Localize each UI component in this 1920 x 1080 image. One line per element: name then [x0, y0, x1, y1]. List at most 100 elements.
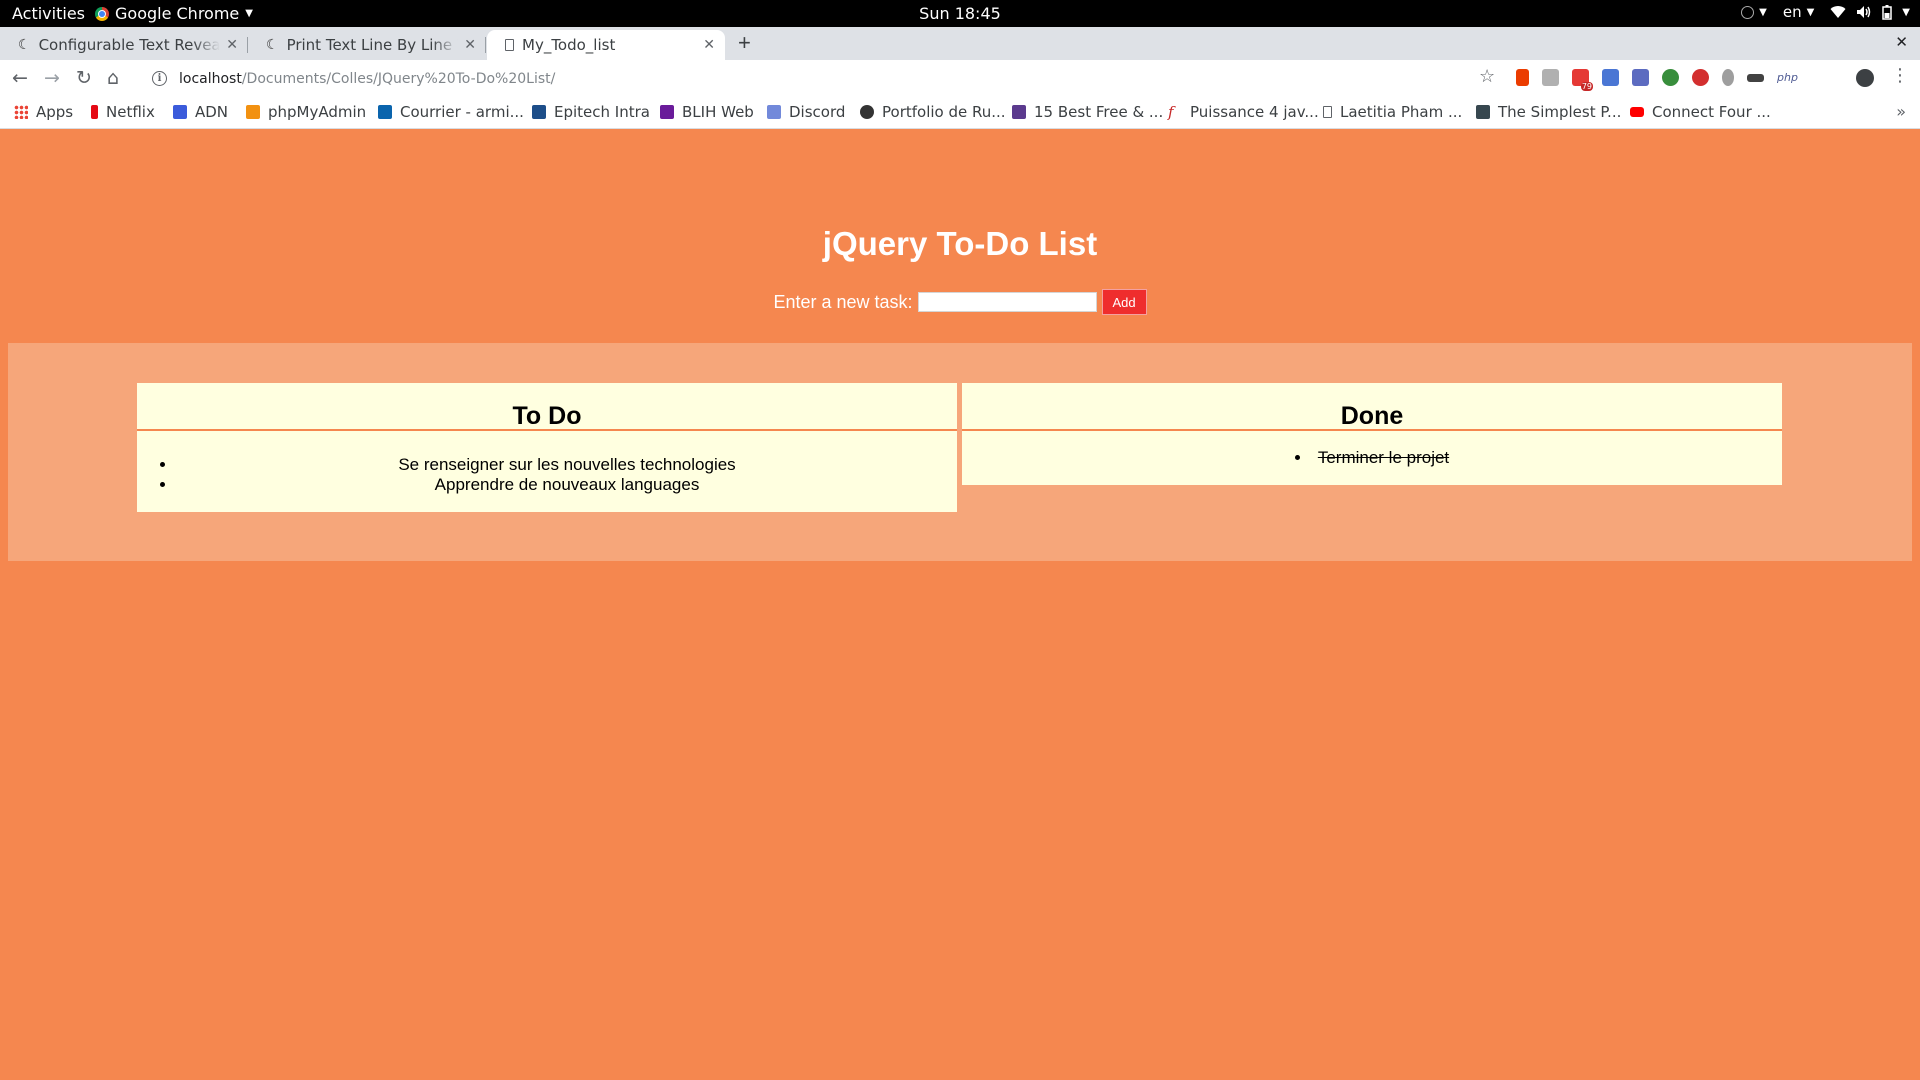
home-icon[interactable]: ⌂: [107, 66, 119, 90]
menu-kebab-icon[interactable]: ⋮: [1891, 65, 1909, 86]
codepen-swirl-icon: ☾: [266, 37, 279, 53]
address-bar[interactable]: i localhost/Documents/Colles/JQuery%20To…: [140, 64, 1480, 93]
bookmark-label: Puissance 4 jav...: [1190, 103, 1319, 121]
done-item[interactable]: Terminer le projet: [962, 448, 1782, 468]
bookmark-simplest[interactable]: The Simplest P...: [1476, 103, 1621, 121]
bookmark-apps[interactable]: Apps: [14, 103, 73, 121]
new-tab-plus-icon[interactable]: +: [738, 31, 751, 55]
browser-toolbar: ← → ↻ ⌂ i localhost/Documents/Colles/JQu…: [0, 60, 1920, 97]
task-input[interactable]: [917, 292, 1097, 312]
system-status-menu[interactable]: ▼: [1830, 4, 1910, 20]
grey-extension-icon[interactable]: [1542, 69, 1559, 86]
floppy-icon: [1476, 105, 1490, 119]
lists-container: To Do Se renseigner sur les nouvelles te…: [8, 343, 1912, 561]
bookmark-label: Courrier - armi...: [400, 103, 524, 121]
extension-icons: 79 php: [1516, 69, 1798, 91]
add-button[interactable]: Add: [1101, 289, 1147, 315]
todo-heading: To Do: [137, 383, 957, 431]
incognito-extension-icon[interactable]: [1747, 73, 1764, 82]
outlook-icon: [378, 105, 392, 119]
bookmark-netflix[interactable]: Netflix: [91, 103, 155, 121]
adn-icon: [173, 105, 187, 119]
bookmark-laetitia-pham[interactable]: Laetitia Pham ...: [1323, 103, 1462, 121]
bookmark-label: Portfolio de Ru...: [882, 103, 1006, 121]
wifi-icon: [1830, 6, 1846, 19]
reload-icon[interactable]: ↻: [76, 66, 92, 90]
bookmark-portfolio[interactable]: Portfolio de Ru...: [860, 103, 1006, 121]
forward-arrow-icon[interactable]: →: [44, 66, 60, 90]
discord-icon: [767, 105, 781, 119]
todo-item[interactable]: Apprendre de nouveaux languages: [177, 475, 957, 495]
bookmarks-bar: Apps Netflix ADN phpMyAdmin Courrier - a…: [0, 97, 1920, 129]
todo-item[interactable]: Se renseigner sur les nouvelles technolo…: [177, 455, 957, 475]
done-heading: Done: [962, 383, 1782, 431]
status-indicator[interactable]: ▼: [1741, 5, 1767, 19]
new-task-form: Enter a new task: Add: [0, 289, 1920, 315]
bookmark-label: phpMyAdmin: [268, 103, 367, 121]
bookmark-label: The Simplest P...: [1498, 103, 1622, 121]
phpmyadmin-icon: [246, 105, 260, 119]
chevron-down-icon: ▼: [1759, 6, 1767, 18]
site-icon: [1012, 105, 1026, 119]
bookmark-label: Laetitia Pham ...: [1340, 103, 1463, 121]
window-close-icon[interactable]: ✕: [1895, 33, 1908, 51]
bulb-extension-icon[interactable]: [1722, 69, 1734, 86]
extension-badge: 79: [1580, 82, 1593, 91]
bookmark-discord[interactable]: Discord: [767, 103, 845, 121]
camera-extension-icon[interactable]: [1632, 69, 1649, 86]
back-arrow-icon[interactable]: ←: [12, 66, 28, 90]
language-label: en: [1782, 3, 1802, 21]
green-extension-icon[interactable]: [1662, 69, 1679, 86]
tab-title: Configurable Text Reveal: [38, 36, 221, 54]
netflix-icon: [91, 105, 98, 119]
document-icon: [505, 39, 514, 51]
bookmark-star-icon[interactable]: ☆: [1479, 66, 1495, 87]
done-list: Terminer le projet: [962, 431, 1782, 485]
bookmark-courrier[interactable]: Courrier - armi...: [378, 103, 524, 121]
bookmarks-overflow-icon[interactable]: »: [1896, 102, 1906, 121]
mail-extension-icon[interactable]: 79: [1572, 69, 1593, 91]
bookmark-puissance-4[interactable]: f Puissance 4 jav...: [1168, 103, 1319, 121]
task-label: Enter a new task:: [773, 291, 913, 312]
volume-icon: [1857, 6, 1871, 18]
bookmark-label: 15 Best Free & ...: [1034, 103, 1164, 121]
tab-my-todo-list[interactable]: My_Todo_list ✕: [487, 30, 725, 60]
bookmark-phpmyadmin[interactable]: phpMyAdmin: [246, 103, 366, 121]
translate-extension-icon[interactable]: [1602, 69, 1619, 86]
bookmark-label: ADN: [195, 103, 229, 121]
tab-configurable-text-reveal[interactable]: ☾ Configurable Text Reveal ✕: [0, 30, 248, 60]
tab-print-text-line[interactable]: ☾ Print Text Line By Line Wit ✕: [248, 30, 486, 60]
bookmark-15-best-free[interactable]: 15 Best Free & ...: [1012, 103, 1163, 121]
page-content: jQuery To-Do List Enter a new task: Add …: [0, 129, 1920, 1080]
todo-panel: To Do Se renseigner sur les nouvelles te…: [137, 383, 957, 512]
page-title: jQuery To-Do List: [822, 225, 1098, 262]
system-top-bar: Activities Google Chrome ▼ Sun 18:45 ▼ e…: [0, 0, 1920, 27]
tab-strip: ☾ Configurable Text Reveal ✕ ☾ Print Tex…: [0, 27, 1920, 60]
bookmark-blih-web[interactable]: BLIH Web: [660, 103, 754, 121]
apps-grid-icon: [14, 105, 28, 119]
epitech-icon: [532, 105, 546, 119]
bookmark-label: Apps: [36, 103, 74, 121]
close-icon[interactable]: ✕: [703, 37, 715, 53]
info-icon[interactable]: i: [152, 71, 167, 86]
clock[interactable]: Sun 18:45: [0, 4, 1920, 23]
bookmark-connect-four[interactable]: Connect Four ...: [1630, 103, 1771, 121]
office-extension-icon[interactable]: [1516, 69, 1529, 86]
system-tray[interactable]: ▼ en ▼ ▼: [1741, 3, 1910, 21]
tab-title: Print Text Line By Line Wit: [286, 36, 459, 54]
adblock-extension-icon[interactable]: [1692, 69, 1709, 86]
bookmark-adn[interactable]: ADN: [173, 103, 228, 121]
bookmark-label: Epitech Intra: [554, 103, 650, 121]
php-extension-icon[interactable]: php: [1777, 71, 1798, 84]
close-icon[interactable]: ✕: [226, 37, 238, 53]
todo-list: Se renseigner sur les nouvelles technolo…: [137, 431, 957, 512]
profile-avatar-icon[interactable]: [1856, 69, 1874, 87]
page-icon: [1323, 106, 1332, 118]
youtube-icon: [1630, 107, 1644, 117]
chevron-down-icon: ▼: [1806, 6, 1815, 18]
bookmark-epitech-intra[interactable]: Epitech Intra: [532, 103, 650, 121]
language-selector[interactable]: en ▼: [1783, 3, 1814, 21]
tab-title: My_Todo_list: [522, 36, 616, 54]
close-icon[interactable]: ✕: [464, 37, 476, 53]
url-host: localhost: [179, 70, 242, 87]
